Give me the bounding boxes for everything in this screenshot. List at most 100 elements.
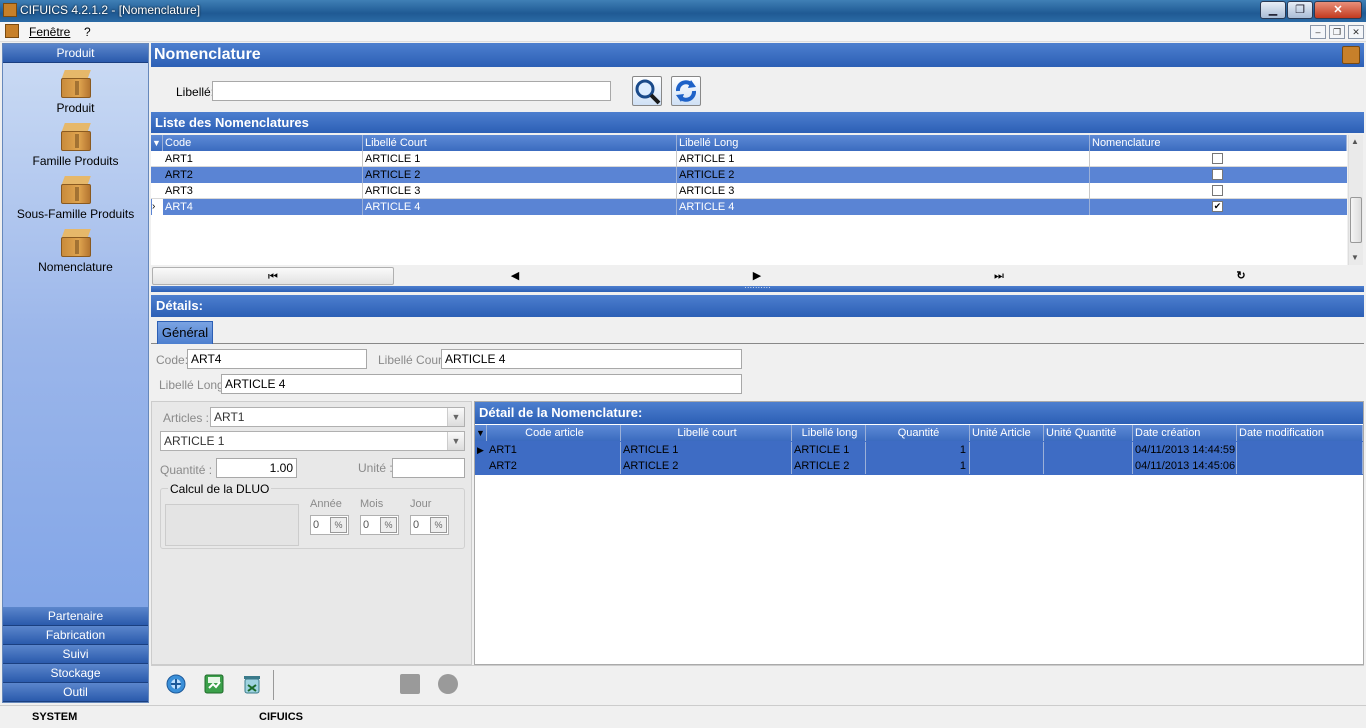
menu-help[interactable]: ? (84, 25, 91, 39)
save-icon[interactable] (203, 673, 225, 695)
sidebar-section-fabrication[interactable]: Fabrication (3, 626, 148, 645)
column-header-libelle-long[interactable]: Libellé Long (677, 135, 1090, 151)
menu-fenetre[interactable]: Fenêtre (29, 25, 70, 39)
record-icon[interactable] (438, 674, 458, 694)
article-name-combo[interactable]: ARTICLE 1 ▼ (160, 431, 465, 451)
column-header-libelle-court[interactable]: Libellé Court (363, 135, 677, 151)
unite-field[interactable] (392, 458, 465, 478)
component-form-panel: Articles : ART1 ▼ ARTICLE 1 ▼ Quantité :… (151, 401, 472, 665)
quantite-field[interactable] (216, 458, 297, 478)
cell-libelle-long: ARTICLE 4 (677, 199, 1090, 215)
table-row[interactable]: ART3 ARTICLE 3 ARTICLE 3 (151, 183, 1347, 199)
minimize-button[interactable]: ▁ (1260, 1, 1286, 19)
column-header-quantite[interactable]: Quantité (866, 425, 970, 441)
table-row[interactable]: ▶ ART1 ARTICLE 1 ARTICLE 1 1 04/11/2013 … (475, 442, 1363, 458)
details-tabbar: Général (151, 320, 1364, 344)
nomenclature-checkbox[interactable] (1212, 153, 1223, 164)
sidebar-item-produit[interactable]: Produit (3, 101, 148, 115)
sidebar-header-produit[interactable]: Produit (3, 44, 148, 63)
details-title: Détails: (151, 295, 1364, 317)
cell-quantite: 1 (866, 442, 970, 458)
nomenclature-checkbox-checked[interactable]: ✔ (1212, 201, 1223, 212)
sidebar-section-suivi[interactable]: Suivi (3, 645, 148, 664)
nav-first-button[interactable]: ⏮ (152, 267, 394, 285)
splitter[interactable]: ·········· (151, 284, 1364, 292)
column-header-libelle-long[interactable]: Libellé long (792, 425, 866, 441)
maximize-button[interactable]: ❐ (1287, 1, 1313, 19)
mdi-minimize-button[interactable]: – (1310, 25, 1326, 39)
scroll-thumb[interactable] (1350, 197, 1362, 243)
refresh-button[interactable] (671, 76, 701, 106)
sidebar-section-outil[interactable]: Outil (3, 683, 148, 702)
delete-icon[interactable] (241, 673, 263, 695)
list-scrollbar[interactable]: ▲ ▼ (1348, 135, 1363, 265)
column-header-code-article[interactable]: Code article (487, 425, 621, 441)
column-header-date-creation[interactable]: Date création (1133, 425, 1237, 441)
row-indicator-header: ▼ (475, 425, 487, 441)
nav-last-button[interactable]: ⏭ (878, 267, 1120, 285)
column-header-unite-quantite[interactable]: Unité Quantité (1044, 425, 1133, 441)
column-header-nomenclature[interactable]: Nomenclature (1090, 135, 1347, 151)
stop-icon[interactable] (400, 674, 420, 694)
chevron-down-icon[interactable]: ▼ (447, 408, 464, 426)
cell-libelle-court: ARTICLE 2 (621, 458, 792, 474)
sidebar-section-stockage[interactable]: Stockage (3, 664, 148, 683)
bottom-toolbar (151, 665, 1364, 703)
nav-prev-button[interactable]: ◀ (394, 267, 636, 285)
libelle-court-field[interactable] (441, 349, 742, 369)
chevron-down-icon[interactable]: ▼ (447, 432, 464, 450)
nav-refresh-button[interactable]: ↻ (1120, 267, 1362, 285)
close-button[interactable]: ✕ (1314, 1, 1362, 19)
percent-icon[interactable]: % (380, 517, 397, 533)
article-code-combo[interactable]: ART1 ▼ (210, 407, 465, 427)
box-icon[interactable] (61, 176, 91, 204)
nomenclature-checkbox[interactable] (1212, 169, 1223, 180)
percent-icon[interactable]: % (330, 517, 347, 533)
search-input[interactable] (212, 81, 611, 101)
annee-spinner[interactable]: 0% (310, 515, 349, 535)
table-row[interactable]: ART1 ARTICLE 1 ARTICLE 1 (151, 151, 1347, 167)
articles-label: Articles : (163, 411, 210, 425)
column-header-code[interactable]: Code (163, 135, 363, 151)
box-icon[interactable] (61, 229, 91, 257)
add-icon[interactable] (165, 673, 187, 695)
nomenclature-checkbox[interactable] (1212, 185, 1223, 196)
scroll-down-icon[interactable]: ▼ (1351, 253, 1359, 262)
libelle-long-label: Libellé Long: (159, 378, 228, 392)
tab-general[interactable]: Général (157, 321, 213, 344)
table-row[interactable]: ART2 ARTICLE 2 ARTICLE 2 (151, 167, 1347, 183)
menu-bar: Fenêtre ? (0, 22, 1366, 42)
scroll-up-icon[interactable]: ▲ (1351, 137, 1359, 146)
app-menu-icon[interactable] (5, 24, 19, 38)
cell-code: ART2 (163, 167, 363, 183)
table-row-selected[interactable]: › ART4 ARTICLE 4 ARTICLE 4 ✔ (151, 199, 1347, 215)
libelle-long-field[interactable] (221, 374, 742, 394)
current-row-marker-icon: ▶ (477, 445, 484, 455)
box-icon[interactable] (61, 123, 91, 151)
column-header-unite-article[interactable]: Unité Article (970, 425, 1044, 441)
sidebar-item-famille-produits[interactable]: Famille Produits (3, 154, 148, 168)
sidebar-item-sous-famille-produits[interactable]: Sous-Famille Produits (3, 207, 148, 221)
cell-unite-quantite (1044, 442, 1133, 458)
briefcase-icon (1342, 46, 1360, 64)
box-icon[interactable] (61, 70, 91, 98)
mdi-restore-button[interactable]: ❐ (1329, 25, 1345, 39)
code-field[interactable] (187, 349, 367, 369)
column-header-libelle-court[interactable]: Libellé court (621, 425, 792, 441)
row-indicator-header: ▼ (151, 135, 163, 151)
cell-libelle-court: ARTICLE 2 (363, 167, 677, 183)
mois-value: 0 (363, 519, 370, 531)
percent-icon[interactable]: % (430, 517, 447, 533)
jour-spinner[interactable]: 0% (410, 515, 449, 535)
sidebar-section-partenaire[interactable]: Partenaire (3, 607, 148, 626)
search-button[interactable] (632, 76, 662, 106)
article-name-value: ARTICLE 1 (164, 434, 225, 448)
nomenclature-list-grid: ▼ Code Libellé Court Libellé Long Nomenc… (151, 135, 1347, 265)
table-row[interactable]: ART2 ARTICLE 2 ARTICLE 2 1 04/11/2013 14… (475, 458, 1363, 474)
mois-spinner[interactable]: 0% (360, 515, 399, 535)
annee-label: Année (310, 498, 342, 510)
code-label: Code: (156, 353, 189, 367)
mdi-close-button[interactable]: ✕ (1348, 25, 1364, 39)
column-header-date-modification[interactable]: Date modification (1237, 425, 1363, 441)
sidebar-item-nomenclature[interactable]: Nomenclature (3, 260, 148, 274)
